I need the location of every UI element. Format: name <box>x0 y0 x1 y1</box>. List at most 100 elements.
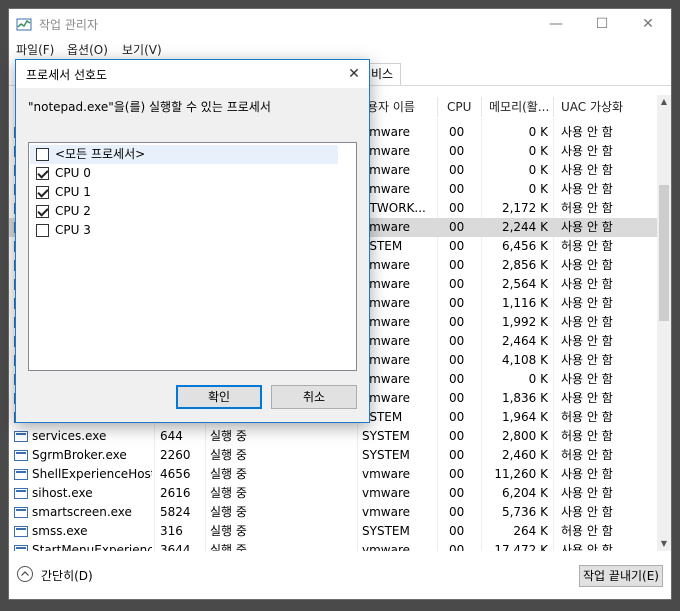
cell-user: YSTEM <box>362 410 403 424</box>
cell-uac: 사용 안 함 <box>561 182 613 196</box>
cell-user: vmware <box>362 486 411 500</box>
processor-item[interactable]: CPU 1 <box>30 183 338 202</box>
processor-checkbox[interactable] <box>36 148 49 161</box>
processor-item[interactable]: <모든 프로세서> <box>30 145 338 164</box>
processor-item[interactable]: CPU 2 <box>30 202 338 221</box>
vertical-scrollbar[interactable]: ▲ ▼ <box>657 95 671 551</box>
cell-user: vmware <box>362 296 411 310</box>
cell-memory: 2,244 K <box>501 220 548 234</box>
cell-cpu: 00 <box>449 467 465 481</box>
cell-memory: 2,856 K <box>501 258 548 272</box>
cell-cpu: 00 <box>449 334 465 348</box>
table-row[interactable]: services.exe 644 실행 중 SYSTEM 00 2,800 K 허용 안 함 <box>9 427 657 446</box>
cell-user: vmware <box>362 277 411 291</box>
cell-user: vmware <box>362 163 411 177</box>
cell-uac: 허용 안 함 <box>561 524 613 538</box>
process-icon <box>14 469 28 480</box>
header-divider <box>481 97 482 117</box>
cell-memory: 6,456 K <box>501 239 548 253</box>
cell-user: vmware <box>362 182 411 196</box>
cell-uac: 사용 안 함 <box>561 163 613 177</box>
header-user[interactable]: 용자 이름 <box>367 95 415 119</box>
cell-cpu: 00 <box>449 524 465 538</box>
cell-user: SYSTEM <box>362 429 410 443</box>
cell-uac: 사용 안 함 <box>561 296 613 310</box>
processor-label: CPU 3 <box>55 223 91 237</box>
cancel-button[interactable]: 취소 <box>271 385 357 409</box>
cell-user: vmware <box>362 391 411 405</box>
cell-cpu: 00 <box>449 144 465 158</box>
cell-cpu: 00 <box>449 315 465 329</box>
close-button[interactable]: ✕ <box>625 9 671 39</box>
ok-button[interactable]: 확인 <box>176 385 262 409</box>
collapse-button[interactable]: 간단히(D) <box>41 565 93 587</box>
cell-uac: 사용 안 함 <box>561 334 613 348</box>
cell-memory: 2,800 K <box>501 429 548 443</box>
table-row[interactable]: StartMenuExperienc... 3644 실행 중 vmware 00 17,… <box>9 541 657 551</box>
maximize-button[interactable]: ☐ <box>579 9 625 39</box>
cell-status: 실행 중 <box>210 467 247 481</box>
end-task-button[interactable]: 작업 끝내기(E) <box>579 565 663 587</box>
cell-cpu: 00 <box>449 353 465 367</box>
cell-memory: 0 K <box>528 182 548 196</box>
cell-memory: 0 K <box>528 163 548 177</box>
process-icon <box>14 431 28 442</box>
processor-label: CPU 2 <box>55 204 91 218</box>
cell-uac: 허용 안 함 <box>561 201 613 215</box>
cell-name: ShellExperienceHost... <box>32 467 152 481</box>
cell-status: 실행 중 <box>210 505 247 519</box>
processor-checkbox[interactable] <box>36 205 49 218</box>
scroll-thumb[interactable] <box>659 185 669 321</box>
cell-memory: 2,172 K <box>501 201 548 215</box>
process-icon <box>14 507 28 518</box>
processor-checkbox[interactable] <box>36 167 49 180</box>
header-uac[interactable]: UAC 가상화 <box>561 95 623 119</box>
cell-uac: 사용 안 함 <box>561 258 613 272</box>
minimize-button[interactable]: — <box>533 9 579 39</box>
cell-memory: 2,464 K <box>501 334 548 348</box>
scroll-down-icon[interactable]: ▼ <box>657 537 671 551</box>
cell-name: SgrmBroker.exe <box>32 448 127 462</box>
cell-memory: 0 K <box>528 372 548 386</box>
dialog-title: 프로세서 선호도 <box>26 68 108 82</box>
collapse-icon[interactable] <box>17 566 33 582</box>
process-icon <box>14 450 28 461</box>
processor-checkbox[interactable] <box>36 186 49 199</box>
table-row[interactable]: smartscreen.exe 5824 실행 중 vmware 00 5,736 K 사용… <box>9 503 657 522</box>
cell-cpu: 00 <box>449 163 465 177</box>
cell-cpu: 00 <box>449 296 465 310</box>
table-row[interactable]: SgrmBroker.exe 2260 실행 중 SYSTEM 00 2,460 K 허용 … <box>9 446 657 465</box>
header-cpu[interactable]: CPU <box>447 95 471 119</box>
scroll-up-icon[interactable]: ▲ <box>657 95 671 109</box>
cell-memory: 264 K <box>513 524 548 538</box>
table-row[interactable]: smss.exe 316 실행 중 SYSTEM 00 264 K 허용 안 함 <box>9 522 657 541</box>
cell-user: vmware <box>362 353 411 367</box>
cell-uac: 사용 안 함 <box>561 486 613 500</box>
menu-view[interactable]: 보기(V) <box>122 41 162 58</box>
cell-memory: 6,204 K <box>501 486 548 500</box>
table-row[interactable]: sihost.exe 2616 실행 중 vmware 00 6,204 K 사용 안 함 <box>9 484 657 503</box>
header-memory[interactable]: 메모리(활... <box>489 95 549 119</box>
processor-label: CPU 0 <box>55 166 91 180</box>
dialog-label: "notepad.exe"을(를) 실행할 수 있는 프로세서 <box>28 100 271 114</box>
cell-uac: 사용 안 함 <box>561 543 613 551</box>
table-row[interactable]: ShellExperienceHost... 4656 실행 중 vmware 00 11… <box>9 465 657 484</box>
cell-name: services.exe <box>32 429 107 443</box>
cell-user: vmware <box>362 334 411 348</box>
cell-cpu: 00 <box>449 182 465 196</box>
menu-options[interactable]: 옵션(O) <box>67 41 108 58</box>
dialog-close-button[interactable]: ✕ <box>339 60 369 88</box>
cell-user: SYSTEM <box>362 448 410 462</box>
processor-checkbox[interactable] <box>36 224 49 237</box>
processor-list: <모든 프로세서> CPU 0 CPU 1 CPU 2 CPU 3 <box>28 142 357 371</box>
cell-uac: 사용 안 함 <box>561 220 613 234</box>
cell-cpu: 00 <box>449 372 465 386</box>
cell-uac: 사용 안 함 <box>561 277 613 291</box>
menu-file[interactable]: 파일(F) <box>16 41 54 58</box>
cell-cpu: 00 <box>449 220 465 234</box>
cell-memory: 5,736 K <box>501 505 548 519</box>
cell-uac: 사용 안 함 <box>561 315 613 329</box>
processor-item[interactable]: CPU 0 <box>30 164 338 183</box>
processor-item[interactable]: CPU 3 <box>30 221 338 240</box>
cell-user: vmware <box>362 543 411 551</box>
